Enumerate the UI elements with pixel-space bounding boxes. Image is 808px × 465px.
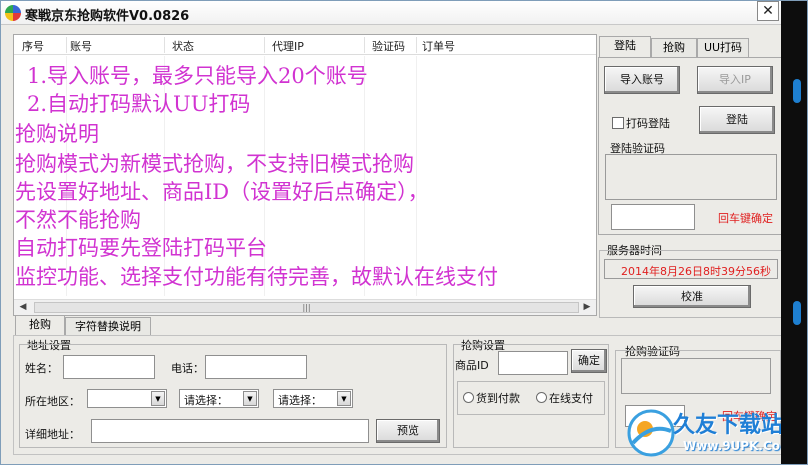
city-select-value: 请选择：: [184, 394, 228, 407]
column-gridline: [416, 56, 417, 296]
login-captcha-image: [605, 154, 777, 200]
chevron-down-icon[interactable]: ▼: [151, 391, 165, 406]
watermark-brand: 久友下载站: [673, 413, 784, 438]
scroll-right-arrow-icon[interactable]: ▶: [579, 300, 595, 315]
instruction-line-1: 1.导入账号，最多只能导入20个账号: [27, 64, 368, 88]
column-header-account[interactable]: 账号: [70, 38, 92, 54]
province-select[interactable]: ▼: [87, 389, 167, 408]
desktop-edge-strip: [781, 1, 807, 464]
captcha-login-label: 打码登陆: [626, 117, 670, 130]
instruction-line-3: 抢购说明: [15, 122, 99, 146]
server-time-value: 2014年8月26日8时39分56秒: [621, 265, 771, 278]
import-ip-button[interactable]: 导入IP: [697, 66, 773, 94]
preview-button[interactable]: 预览: [376, 419, 440, 443]
watermark-url: Www.9UPK.Com: [683, 439, 793, 453]
product-id-label: 商品ID: [455, 359, 489, 372]
pay-online-radio[interactable]: [536, 392, 547, 403]
region-label: 所在地区：: [25, 395, 80, 408]
product-id-confirm-button[interactable]: 确定: [571, 349, 607, 373]
city-select[interactable]: 请选择： ▼: [179, 389, 259, 408]
login-captcha-input[interactable]: [611, 204, 695, 230]
instruction-line-7: 自动打码要先登陆打码平台: [15, 236, 267, 260]
title-bar: 寒戦京东抢购软件V0.0826 ✕: [1, 1, 807, 25]
tab-bottom-purchase[interactable]: 抢购: [15, 315, 65, 336]
tab-login[interactable]: 登陆: [599, 36, 651, 58]
scroll-thumb[interactable]: |||: [34, 302, 579, 313]
window-title: 寒戦京东抢购软件V0.0826: [25, 9, 190, 24]
edge-blue-tab: [793, 79, 801, 103]
scroll-left-arrow-icon[interactable]: ◀: [15, 300, 31, 315]
column-header-captcha[interactable]: 验证码: [372, 38, 405, 54]
chevron-down-icon[interactable]: ▼: [243, 391, 257, 406]
instruction-line-6: 不然不能抢购: [15, 208, 141, 232]
pay-on-delivery-label: 货到付款: [476, 392, 520, 405]
column-separator: [164, 37, 165, 53]
calibrate-button[interactable]: 校准: [633, 285, 751, 308]
tab-purchase[interactable]: 抢购: [651, 38, 697, 57]
chevron-down-icon[interactable]: ▼: [337, 391, 351, 406]
tab-uu-captcha[interactable]: UU打码: [697, 38, 749, 57]
enter-confirm-hint: 回车键确定: [718, 212, 773, 225]
instruction-line-2: 2.自动打码默认UU打码: [27, 92, 251, 116]
column-separator: [364, 37, 365, 53]
login-button[interactable]: 登陆: [699, 106, 775, 134]
pay-on-delivery-radio[interactable]: [463, 392, 474, 403]
purchase-captcha-image: [621, 358, 771, 394]
detail-address-label: 详细地址：: [25, 428, 80, 441]
close-button[interactable]: ✕: [757, 1, 779, 21]
district-select-value: 请选择：: [278, 394, 322, 407]
app-logo-icon: [5, 5, 21, 21]
district-select[interactable]: 请选择： ▼: [273, 389, 353, 408]
tab-char-replace[interactable]: 字符替换说明: [65, 317, 151, 335]
name-label: 姓名：: [25, 362, 58, 375]
product-id-input[interactable]: [498, 351, 568, 375]
instruction-line-5: 先设置好地址、商品ID（设置好后点确定），: [15, 180, 429, 204]
app-window: 寒戦京东抢购软件V0.0826 ✕ 序号 账号 状态 代理IP 验证码 订单号 …: [0, 0, 808, 465]
column-separator: [416, 37, 417, 53]
phone-input[interactable]: [205, 355, 307, 379]
column-header-order-id[interactable]: 订单号: [422, 38, 455, 54]
column-header-status[interactable]: 状态: [172, 38, 194, 54]
column-header-proxy-ip[interactable]: 代理IP: [272, 38, 304, 54]
import-account-button[interactable]: 导入账号: [604, 66, 680, 94]
horizontal-scrollbar[interactable]: ◀ ||| ▶: [14, 299, 596, 315]
server-time-display: 2014年8月26日8时39分56秒: [604, 259, 778, 279]
captcha-login-checkbox[interactable]: [612, 117, 624, 129]
pay-online-label: 在线支付: [549, 392, 593, 405]
login-panel: 导入账号 导入IP 打码登陆 登陆 登陆验证码 回车键确定: [598, 57, 784, 235]
edge-blue-tab: [793, 301, 801, 325]
column-separator: [66, 37, 67, 53]
instruction-line-4: 抢购模式为新模式抢购，不支持旧模式抢购: [15, 152, 414, 176]
name-input[interactable]: [63, 355, 155, 379]
column-header-index[interactable]: 序号: [22, 38, 44, 54]
detail-address-input[interactable]: [91, 419, 369, 443]
phone-label: 电话：: [171, 362, 204, 375]
column-separator: [264, 37, 265, 53]
instruction-line-8: 监控功能、选择支付功能有待完善，故默认在线支付: [15, 265, 498, 289]
list-header: 序号 账号 状态 代理IP 验证码 订单号: [14, 35, 596, 55]
